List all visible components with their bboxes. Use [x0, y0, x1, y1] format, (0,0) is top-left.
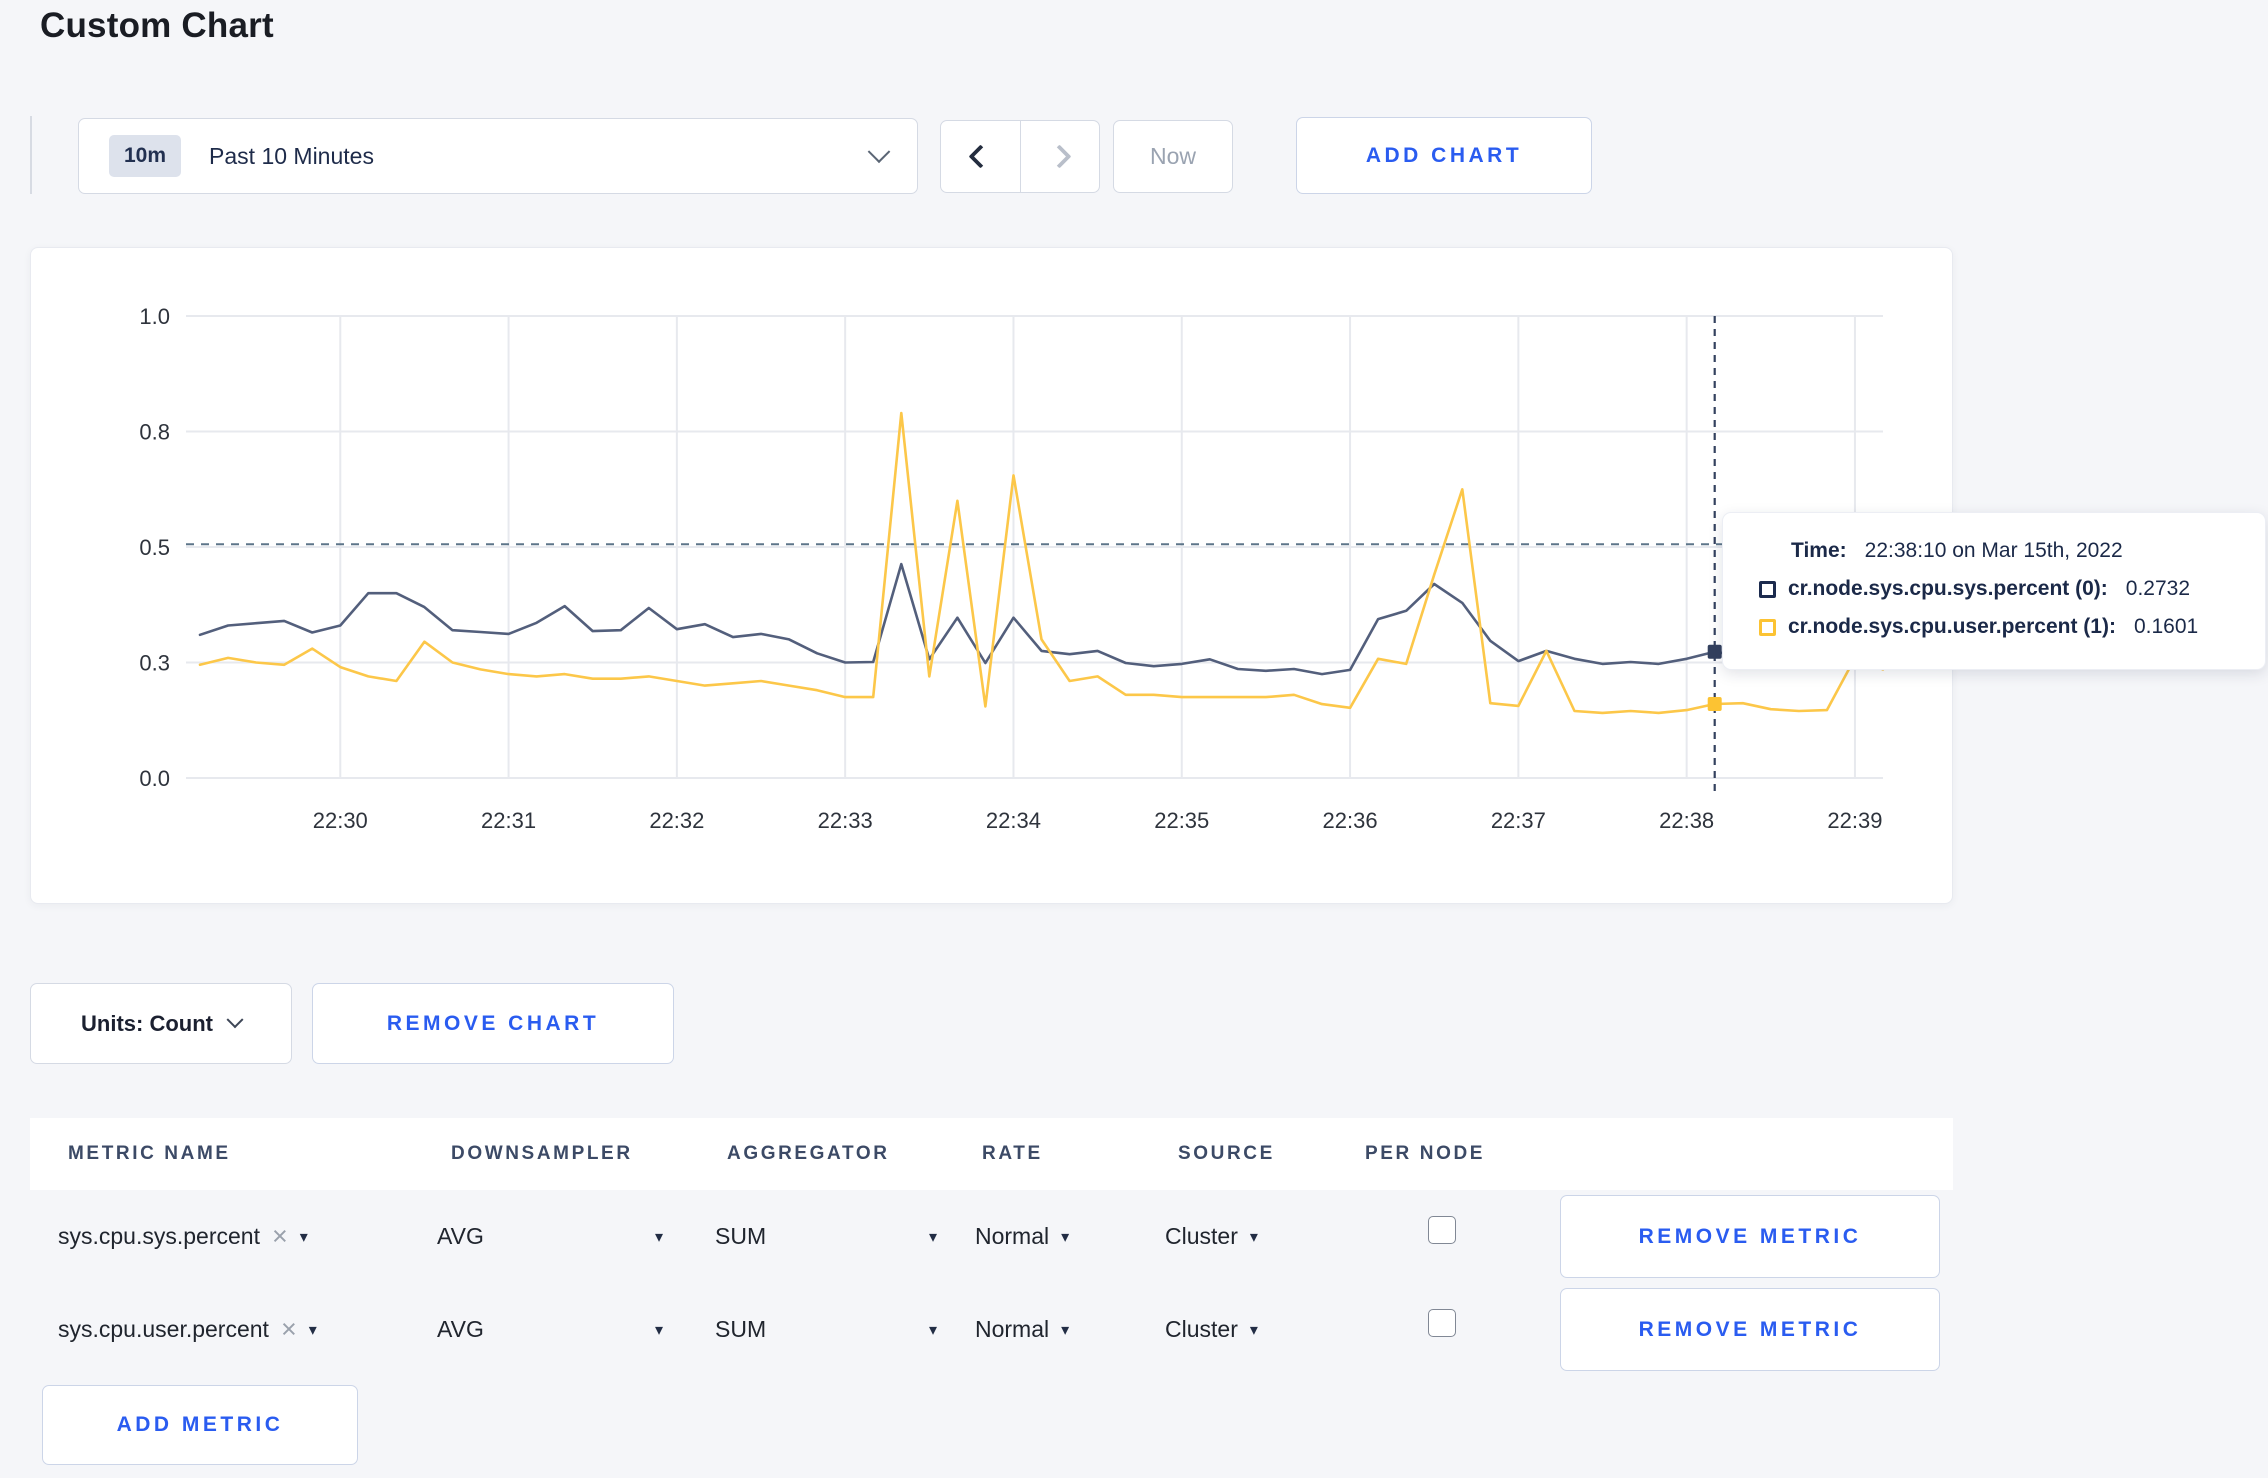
downsampler-value: AVG [437, 1316, 484, 1342]
col-rate: RATE [982, 1143, 1043, 1164]
time-range-select[interactable]: 10m Past 10 Minutes [78, 118, 918, 194]
svg-text:0.5: 0.5 [139, 535, 170, 560]
tooltip-series-row: cr.node.sys.cpu.user.percent (1): 0.1601 [1759, 615, 2237, 639]
chevron-left-icon [968, 144, 993, 169]
metric-name-select[interactable]: sys.cpu.sys.percent × ▾ [58, 1190, 308, 1283]
col-per-node: PER NODE [1365, 1143, 1486, 1164]
time-range-label: Past 10 Minutes [209, 142, 374, 169]
svg-text:1.0: 1.0 [139, 304, 170, 329]
tooltip-sys-label: cr.node.sys.cpu.sys.percent (0): [1788, 577, 2108, 600]
metric-name-select[interactable]: sys.cpu.user.percent × ▾ [58, 1283, 317, 1376]
toolbar-divider [30, 116, 32, 194]
downsampler-select[interactable]: AVG ▾ [437, 1190, 663, 1283]
caret-down-icon: ▾ [1249, 1229, 1258, 1246]
sys-series-swatch-icon [1759, 580, 1776, 598]
caret-down-icon: ▾ [928, 1229, 937, 1246]
svg-text:22:34: 22:34 [986, 808, 1041, 833]
source-select[interactable]: Cluster ▾ [1165, 1190, 1258, 1283]
col-source: SOURCE [1178, 1143, 1275, 1164]
tooltip-user-label: cr.node.sys.cpu.user.percent (1): [1788, 615, 2116, 638]
prev-time-button[interactable] [941, 121, 1020, 192]
svg-text:22:35: 22:35 [1154, 808, 1209, 833]
metrics-table-header: METRIC NAME DOWNSAMPLER AGGREGATOR RATE … [30, 1118, 1953, 1190]
rate-select[interactable]: Normal ▾ [975, 1283, 1069, 1376]
downsampler-value: AVG [437, 1223, 484, 1249]
tooltip-sys-value: 0.2732 [2125, 577, 2191, 600]
svg-text:0.3: 0.3 [139, 651, 170, 676]
metric-name: sys.cpu.user.percent [58, 1316, 269, 1342]
svg-text:22:37: 22:37 [1491, 808, 1546, 833]
units-label: Units: Count [81, 1010, 213, 1036]
aggregator-select[interactable]: SUM ▾ [715, 1283, 937, 1376]
page-title: Custom Chart [40, 6, 274, 45]
caret-down-icon: ▾ [928, 1322, 937, 1339]
next-time-button[interactable] [1019, 121, 1100, 192]
source-value: Cluster [1165, 1316, 1238, 1342]
chevron-right-icon [1047, 144, 1072, 169]
metric-row-1: sys.cpu.sys.percent × ▾ AVG ▾ SUM ▾ Norm… [30, 1190, 1953, 1283]
source-select[interactable]: Cluster ▾ [1165, 1283, 1258, 1376]
remove-metric-button[interactable]: REMOVE METRIC [1560, 1195, 1940, 1278]
svg-text:22:33: 22:33 [818, 808, 873, 833]
per-node-checkbox[interactable] [1428, 1215, 1456, 1244]
timeseries-chart[interactable]: 0.0 0.3 0.5 0.8 1.0 22:30 22:31 22:32 22:33 22:34… [31, 248, 1954, 905]
tooltip-user-value: 0.1601 [2133, 615, 2199, 638]
rate-value: Normal [975, 1223, 1050, 1249]
caret-down-icon: ▾ [299, 1229, 308, 1246]
add-metric-button[interactable]: ADD METRIC [42, 1385, 358, 1465]
source-value: Cluster [1165, 1223, 1238, 1249]
clear-metric-icon[interactable]: × [272, 1223, 288, 1250]
chart-panel: 0.0 0.3 0.5 0.8 1.0 22:30 22:31 22:32 22:33 22:34… [30, 247, 1953, 904]
tooltip-series-row: cr.node.sys.cpu.sys.percent (0): 0.2732 [1759, 577, 2237, 601]
caret-down-icon: ▾ [654, 1322, 663, 1339]
col-metric-name: METRIC NAME [68, 1143, 231, 1164]
time-pager [940, 120, 1100, 193]
caret-down-icon: ▾ [1249, 1322, 1258, 1339]
remove-chart-button[interactable]: REMOVE CHART [312, 983, 674, 1064]
per-node-checkbox[interactable] [1428, 1308, 1456, 1337]
caret-down-icon: ▾ [1061, 1322, 1070, 1339]
now-button[interactable]: Now [1113, 120, 1233, 193]
downsampler-select[interactable]: AVG ▾ [437, 1283, 663, 1376]
tooltip-time-label: Time: [1791, 539, 1847, 562]
svg-text:0.0: 0.0 [139, 766, 170, 791]
svg-text:22:31: 22:31 [481, 808, 536, 833]
per-node-cell [1428, 1183, 1456, 1276]
add-chart-button[interactable]: ADD CHART [1296, 117, 1592, 194]
svg-text:0.8: 0.8 [139, 420, 170, 445]
metric-row-2: sys.cpu.user.percent × ▾ AVG ▾ SUM ▾ Nor… [30, 1283, 1953, 1376]
svg-text:22:38: 22:38 [1659, 808, 1714, 833]
remove-metric-button[interactable]: REMOVE METRIC [1560, 1288, 1940, 1371]
rate-value: Normal [975, 1316, 1050, 1342]
col-aggregator: AGGREGATOR [727, 1143, 890, 1164]
time-range-badge: 10m [109, 135, 182, 177]
svg-text:22:32: 22:32 [649, 808, 704, 833]
units-select[interactable]: Units: Count [30, 983, 292, 1064]
rate-select[interactable]: Normal ▾ [975, 1190, 1069, 1283]
per-node-cell [1428, 1276, 1456, 1369]
metric-name: sys.cpu.sys.percent [58, 1223, 260, 1249]
caret-down-icon: ▾ [1061, 1229, 1070, 1246]
clear-metric-icon[interactable]: × [281, 1316, 297, 1343]
caret-down-icon: ▾ [654, 1229, 663, 1246]
tooltip-time-row: Time: 22:38:10 on Mar 15th, 2022 [1759, 539, 2237, 563]
caret-down-icon: ▾ [308, 1322, 317, 1339]
svg-text:22:39: 22:39 [1827, 808, 1882, 833]
chart-tooltip: Time: 22:38:10 on Mar 15th, 2022 cr.node… [1722, 512, 2266, 670]
aggregator-select[interactable]: SUM ▾ [715, 1190, 937, 1283]
chevron-down-icon [226, 1010, 244, 1028]
col-downsampler: DOWNSAMPLER [451, 1143, 633, 1164]
svg-text:22:30: 22:30 [313, 808, 368, 833]
tooltip-time-value: 22:38:10 on Mar 15th, 2022 [1864, 539, 2123, 562]
aggregator-value: SUM [715, 1223, 767, 1249]
aggregator-value: SUM [715, 1316, 767, 1342]
svg-text:22:36: 22:36 [1323, 808, 1378, 833]
chevron-down-icon [867, 140, 891, 164]
user-series-swatch-icon [1759, 618, 1776, 636]
